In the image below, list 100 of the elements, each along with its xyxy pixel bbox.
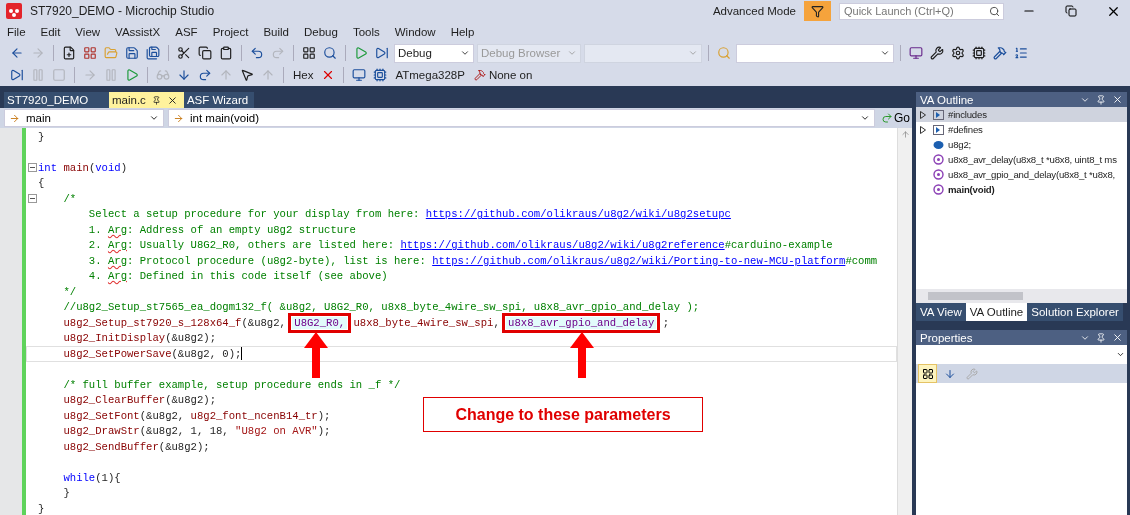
- caret-icon: [149, 113, 159, 123]
- region-icon: [932, 108, 944, 121]
- code-line: u8g2_InitDisplay(&u8g2);: [62, 332, 216, 345]
- copy-icon[interactable]: [196, 44, 214, 62]
- menu-item[interactable]: Window: [391, 26, 444, 38]
- menu-item[interactable]: View: [72, 26, 109, 38]
- function-icon: [932, 168, 944, 181]
- callout-note: Change to these parameters: [423, 397, 703, 432]
- fold-toggle[interactable]: [27, 194, 37, 204]
- grid-icon[interactable]: [300, 44, 318, 62]
- menu-item[interactable]: Build: [260, 26, 297, 38]
- code-line: }: [62, 487, 70, 500]
- close-icon[interactable]: [1112, 332, 1123, 344]
- chip-icon[interactable]: [970, 44, 988, 62]
- menu-item[interactable]: File: [4, 26, 34, 38]
- code-line: 4. Arg: Defined in this code itself (see above): [87, 270, 388, 283]
- filter-button[interactable]: [804, 1, 831, 21]
- code-line: */: [62, 285, 77, 298]
- outline-item[interactable]: u8g2;: [916, 137, 1127, 153]
- scrollbar-thumb[interactable]: [928, 292, 1023, 301]
- code-line: }: [38, 130, 45, 143]
- configuration-dropdown[interactable]: Debug: [394, 43, 474, 63]
- caret-icon: [567, 48, 577, 58]
- up-arrow: [304, 332, 328, 378]
- document-tab[interactable]: ASF Wizard: [183, 92, 255, 108]
- arrow-icon: [9, 112, 20, 124]
- code-line: while(1){: [62, 471, 121, 484]
- wrench-icon[interactable]: [928, 44, 946, 62]
- categorized-icon[interactable]: [918, 364, 937, 383]
- menu-item[interactable]: Help: [447, 26, 483, 38]
- close-icon[interactable]: [166, 94, 178, 106]
- menu-item[interactable]: Project: [209, 26, 257, 38]
- caret-icon: [688, 48, 698, 58]
- go-button[interactable]: Go: [879, 109, 912, 127]
- code-link[interactable]: https://github.com/olikraus/u8g2/wiki/Porting-to-new-MCU-platform: [432, 254, 846, 267]
- add-item-icon[interactable]: [81, 44, 99, 62]
- panel-tab[interactable]: Solution Explorer: [1027, 303, 1123, 322]
- pin-icon[interactable]: [1096, 94, 1106, 105]
- document-tab[interactable]: ST7920_DEMO: [4, 92, 109, 108]
- outline-item[interactable]: u8x8_avr_gpio_and_delay(u8x8_t *u8x8,: [916, 167, 1127, 183]
- save-icon[interactable]: [123, 44, 141, 62]
- panel-tab[interactable]: VA View: [916, 303, 966, 322]
- monitor-icon[interactable]: [907, 44, 925, 62]
- code-line: 3. Arg: Protocol procedure (u8g2-byte), list is here: https://github.com/olikraus/u8g2/wiki/Porting-to-new-MCU-platform#comm: [87, 254, 878, 267]
- menu-item[interactable]: Tools: [349, 26, 388, 38]
- search-icon[interactable]: [321, 44, 339, 62]
- code-line: //u8g2_Setup_st7565_ea_dogm132_f( &u8g2, U8G2_R0, u8x8_byte_4wire_sw_spi, u8x8_avr_gpio_and_delay );: [62, 301, 700, 314]
- tool-button[interactable]: None on: [470, 69, 536, 81]
- code-line: 2. Arg: Usually U8G2_R0, others are listed here: https://github.com/olikraus/u8g2/wiki/u8g2reference#carduino-example: [87, 239, 833, 252]
- code-line: }: [38, 502, 45, 515]
- pin-icon[interactable]: [1096, 332, 1106, 343]
- save-all-icon[interactable]: [144, 44, 162, 62]
- variable-icon: [932, 138, 944, 151]
- code-line: u8g2_ClearBuffer(&u8g2);: [62, 394, 216, 407]
- outline-item[interactable]: u8x8_avr_delay(u8x8_t *u8x8, uint8_t ms: [916, 152, 1127, 168]
- fold-toggle[interactable]: [27, 163, 37, 173]
- search-icon: [989, 5, 1000, 17]
- code-line: u8g2_DrawStr(&u8g2, 1, 18, "U8g2 on AVR");: [62, 425, 331, 438]
- code-link[interactable]: https://github.com/olikraus/u8g2/wiki/u8g2reference: [400, 239, 725, 252]
- function-icon: [932, 153, 944, 166]
- menu-item[interactable]: Debug: [301, 26, 346, 38]
- code-line: u8g2_SendBuffer(&u8g2);: [62, 440, 210, 453]
- outline-item[interactable]: #defines: [916, 122, 1127, 138]
- pin-icon[interactable]: [151, 95, 161, 105]
- panel-title: VA Outline: [920, 93, 975, 106]
- panel-tab[interactable]: VA Outline: [965, 303, 1028, 322]
- app-logo: [6, 3, 22, 19]
- code-line: /* full buffer example, setup procedure ends in _f */: [62, 378, 401, 391]
- quick-launch-field[interactable]: Quick Launch (Ctrl+Q): [839, 2, 1004, 20]
- close-icon[interactable]: [1112, 94, 1123, 106]
- code-line: u8g2_SetFont(&u8g2, u8g2_font_ncenB14_tr);: [62, 409, 331, 422]
- caret-icon: [860, 113, 870, 123]
- menu-item[interactable]: ASF: [172, 26, 206, 38]
- hammer-icon: [473, 69, 486, 81]
- menu-item[interactable]: Edit: [37, 26, 69, 38]
- hex-button[interactable]: Hex: [290, 69, 317, 81]
- hammer-icon[interactable]: [991, 44, 1009, 62]
- arrow-icon: [173, 112, 184, 124]
- code-line: u8g2_Setup_st7920_s_128x64_f(&u8g2, U8G2_R0, u8x8_byte_4wire_sw_spi, u8x8_avr_gpio_and_delay ;: [62, 316, 670, 329]
- code-line: int main(void): [38, 161, 128, 174]
- device-button[interactable]: ATmega328P: [392, 69, 468, 81]
- document-tab[interactable]: main.c: [109, 92, 184, 108]
- region-icon: [932, 123, 944, 136]
- member-dropdown[interactable]: int main(void): [168, 109, 875, 127]
- filter-icon: [811, 4, 824, 18]
- code-line: /*: [62, 192, 77, 205]
- outline-item[interactable]: main(void): [916, 182, 1127, 198]
- window-title: ST7920_DEMO - Microchip Studio: [30, 4, 216, 18]
- menu-item[interactable]: VAssistX: [112, 26, 169, 38]
- outline-item[interactable]: #includes: [916, 107, 1127, 123]
- caret-icon: [460, 48, 470, 58]
- code-link[interactable]: https://github.com/olikraus/u8g2/wiki/u8g2setupc: [425, 208, 731, 221]
- settings-icon[interactable]: [949, 44, 967, 62]
- text-caret: [241, 347, 243, 361]
- up-arrow: [570, 332, 594, 378]
- code-line: {: [38, 177, 45, 190]
- code-line: 1. Arg: Address of an empty u8g2 structure: [87, 223, 356, 236]
- code-line: Select a setup procedure for your display from here: https://github.com/olikraus/u8g2/wiki/u8g2setupc: [87, 208, 731, 221]
- scope-dropdown[interactable]: main: [4, 109, 164, 127]
- restore-icon: [1065, 5, 1077, 17]
